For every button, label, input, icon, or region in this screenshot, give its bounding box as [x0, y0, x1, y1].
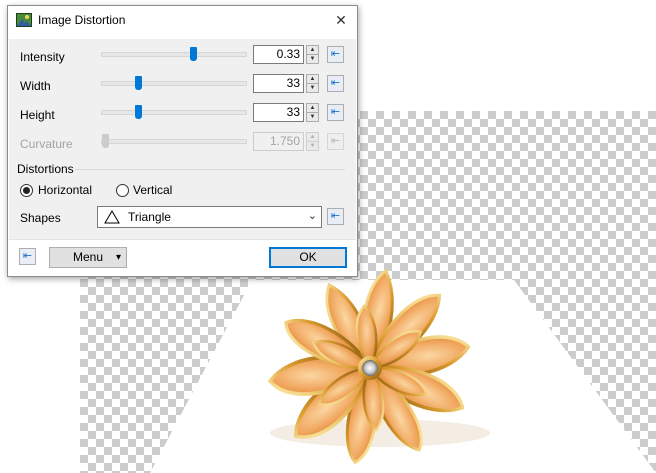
spin-down-icon[interactable]: ▼: [306, 54, 319, 64]
shapes-reset-button[interactable]: ⇤: [327, 208, 344, 225]
width-label: Width: [20, 79, 51, 93]
spin-down-icon[interactable]: ▼: [306, 112, 319, 122]
dialog-body: Intensity 0.33 ▲ ▼ ⇤ Width 33 ▲ ▼ ⇤ Heig…: [9, 39, 356, 239]
ok-button-label: OK: [299, 250, 317, 264]
spin-down-icon[interactable]: ▼: [306, 83, 319, 93]
curvature-reset-button: ⇤: [327, 133, 344, 150]
curvature-label: Curvature: [20, 137, 73, 151]
intensity-slider-track[interactable]: [101, 52, 247, 57]
radio-vertical-label[interactable]: Vertical: [133, 183, 172, 197]
reset-arrow-icon: ⇤: [330, 106, 341, 118]
radio-horizontal[interactable]: [20, 184, 33, 197]
width-slider-thumb[interactable]: [135, 76, 142, 90]
intensity-slider-thumb[interactable]: [190, 47, 197, 61]
height-input[interactable]: 33: [253, 103, 304, 122]
height-label: Height: [20, 108, 55, 122]
intensity-input[interactable]: 0.33: [253, 45, 304, 64]
dialog-titlebar[interactable]: Image Distortion ✕: [8, 6, 357, 34]
spin-down-icon: ▼: [306, 141, 319, 151]
reset-arrow-icon: ⇤: [330, 48, 341, 60]
reset-all-button[interactable]: ⇤: [19, 248, 36, 265]
triangle-icon: [104, 210, 120, 224]
radio-horizontal-label[interactable]: Horizontal: [38, 183, 92, 197]
ok-button[interactable]: OK: [269, 247, 347, 268]
curvature-spinner: ▲ ▼: [306, 132, 319, 151]
close-icon: ✕: [335, 12, 347, 28]
dialog-footer: ⇤ Menu ▾ OK: [9, 239, 356, 276]
menu-button-label: Menu: [72, 250, 104, 264]
shapes-selected-value: Triangle: [128, 210, 171, 224]
shapes-label: Shapes: [20, 211, 61, 225]
height-reset-button[interactable]: ⇤: [327, 104, 344, 121]
width-spinner[interactable]: ▲ ▼: [306, 74, 319, 93]
height-slider-thumb[interactable]: [135, 105, 142, 119]
reset-arrow-icon: ⇤: [22, 250, 33, 262]
radio-vertical[interactable]: [116, 184, 129, 197]
dialog-title: Image Distortion: [38, 13, 126, 27]
menu-button[interactable]: Menu ▾: [49, 247, 127, 268]
distortions-group-label: Distortions: [17, 162, 74, 176]
height-slider-track[interactable]: [101, 110, 247, 115]
curvature-slider-thumb: [102, 134, 109, 148]
shapes-dropdown[interactable]: Triangle ⌄: [97, 206, 322, 228]
reset-arrow-icon: ⇤: [330, 135, 341, 147]
width-slider-track[interactable]: [101, 81, 247, 86]
curvature-input: 1.750: [253, 132, 304, 151]
reset-arrow-icon: ⇤: [330, 210, 341, 222]
group-divider: [75, 169, 345, 170]
app-icon: [16, 13, 32, 27]
intensity-spinner[interactable]: ▲ ▼: [306, 45, 319, 64]
menu-dropdown-icon: ▾: [115, 252, 121, 263]
image-distortion-dialog: Image Distortion ✕ Intensity 0.33 ▲ ▼ ⇤ …: [7, 5, 358, 277]
width-input[interactable]: 33: [253, 74, 304, 93]
chevron-down-icon: ⌄: [307, 210, 317, 222]
intensity-label: Intensity: [20, 50, 65, 64]
reset-arrow-icon: ⇤: [330, 77, 341, 89]
intensity-reset-button[interactable]: ⇤: [327, 46, 344, 63]
close-button[interactable]: ✕: [331, 10, 351, 30]
curvature-slider-track: [101, 139, 247, 144]
height-spinner[interactable]: ▲ ▼: [306, 103, 319, 122]
width-reset-button[interactable]: ⇤: [327, 75, 344, 92]
